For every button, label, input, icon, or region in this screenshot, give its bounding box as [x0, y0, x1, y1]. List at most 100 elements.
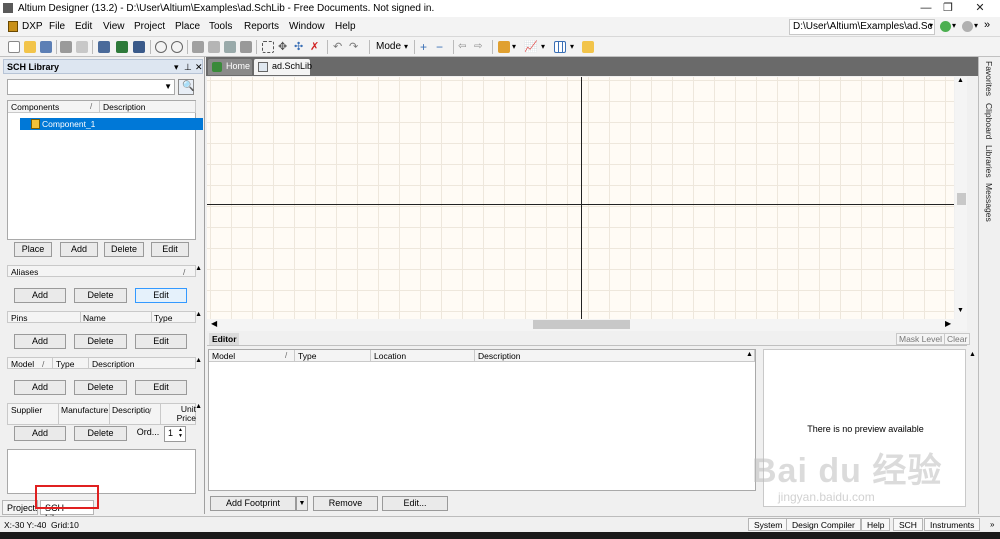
- menu-window[interactable]: Window: [289, 21, 325, 32]
- system-button[interactable]: System: [748, 518, 789, 531]
- add-part-icon[interactable]: +: [420, 41, 432, 53]
- forward-icon[interactable]: [962, 21, 973, 32]
- chevron-up-icon[interactable]: ▲: [195, 357, 202, 364]
- add-model-button[interactable]: Add: [14, 380, 66, 395]
- menu-tools[interactable]: Tools: [209, 21, 232, 32]
- tab-libraries[interactable]: Libraries: [984, 145, 994, 178]
- library-icon[interactable]: [133, 41, 145, 53]
- open-folder-icon[interactable]: [24, 41, 36, 53]
- delete-alias-button[interactable]: Delete: [74, 288, 127, 303]
- pins-header[interactable]: Pins Name Type: [7, 311, 196, 323]
- chevron-up-icon[interactable]: ▲: [957, 77, 964, 84]
- component-view-icon[interactable]: [116, 41, 128, 53]
- help-button[interactable]: Help: [861, 518, 891, 531]
- clear-button[interactable]: Clear: [944, 333, 971, 345]
- sch-button[interactable]: SCH: [893, 518, 923, 531]
- add-component-button[interactable]: Add: [60, 242, 98, 257]
- menu-help[interactable]: Help: [335, 21, 356, 32]
- chevron-up-icon[interactable]: ▲: [195, 265, 202, 272]
- copy-icon[interactable]: [208, 41, 220, 53]
- new-document-icon[interactable]: [8, 41, 20, 53]
- supplier-header[interactable]: Supplier Manufacture Descriptio / Unit P…: [7, 403, 196, 425]
- edit-alias-button[interactable]: Edit: [135, 288, 187, 303]
- print-preview-icon[interactable]: [76, 41, 88, 53]
- footprint-list[interactable]: Model / Type Location Description: [208, 349, 756, 491]
- instruments-button[interactable]: Instruments: [924, 518, 981, 531]
- chevron-down-icon[interactable]: ▾: [512, 42, 516, 51]
- add-footprint-button[interactable]: Add Footprint: [210, 496, 296, 511]
- chevron-up-icon[interactable]: ▲: [746, 351, 753, 358]
- delete-model-button[interactable]: Delete: [74, 380, 127, 395]
- delete-component-button[interactable]: Delete: [104, 242, 144, 257]
- type-header[interactable]: Type: [295, 350, 371, 362]
- maximize-button[interactable]: ❐: [938, 1, 958, 15]
- menu-view[interactable]: View: [103, 21, 125, 32]
- mask-level-button[interactable]: Mask Level: [896, 333, 945, 345]
- add-footprint-dropdown[interactable]: ▼: [296, 496, 308, 511]
- add-supplier-button[interactable]: Add: [14, 426, 66, 441]
- back-icon[interactable]: [940, 21, 951, 32]
- description-header[interactable]: Description: [475, 350, 755, 362]
- pin-icon[interactable]: ⊥: [184, 62, 192, 73]
- tab-projects[interactable]: Projects: [2, 500, 38, 515]
- description-header[interactable]: Description: [100, 101, 196, 113]
- menu-reports[interactable]: Reports: [244, 21, 279, 32]
- print-icon[interactable]: [60, 41, 72, 53]
- chevron-right-icon[interactable]: ▶: [945, 319, 951, 328]
- tab-ad-schlib[interactable]: ad.SchLib: [254, 59, 312, 75]
- chevron-down-icon[interactable]: ▼: [957, 307, 964, 314]
- tab-messages[interactable]: Messages: [984, 183, 994, 222]
- order-button[interactable]: Ord...: [133, 426, 163, 441]
- save-icon[interactable]: [40, 41, 52, 53]
- components-header[interactable]: Components: [8, 101, 100, 113]
- menu-dxp[interactable]: DXP: [22, 21, 43, 32]
- horizontal-scrollbar[interactable]: ◀ ▶: [207, 319, 967, 331]
- place-button[interactable]: Place: [14, 242, 52, 257]
- edit-footprint-button[interactable]: Edit...: [382, 496, 448, 511]
- chevron-down-icon[interactable]: ▾: [929, 21, 933, 30]
- select-area-icon[interactable]: [262, 41, 274, 53]
- edit-pin-button[interactable]: Edit: [135, 334, 187, 349]
- vertical-scrollbar[interactable]: ▲ ▼: [955, 77, 967, 319]
- more-icon[interactable]: »: [984, 19, 990, 31]
- tab-clipboard[interactable]: Clipboard: [984, 103, 994, 139]
- stepper-arrows-icon[interactable]: ▲ ▼: [178, 427, 183, 439]
- components-list[interactable]: Components / Description Component_1: [7, 100, 203, 240]
- chevron-down-icon[interactable]: ▾: [570, 42, 574, 51]
- menu-file[interactable]: File: [49, 21, 65, 32]
- add-alias-button[interactable]: Add: [14, 288, 66, 303]
- remove-part-icon[interactable]: −: [436, 41, 448, 53]
- paste-icon[interactable]: [224, 41, 236, 53]
- delete-supplier-button[interactable]: Delete: [74, 426, 127, 441]
- model-header[interactable]: Model / Type Description: [7, 357, 196, 369]
- document-path-combo[interactable]: D:\User\Altium\Examples\ad.Sc: [789, 19, 935, 35]
- deselect-icon[interactable]: ✗: [310, 41, 322, 53]
- delete-pin-button[interactable]: Delete: [74, 334, 127, 349]
- model-header[interactable]: Model: [209, 350, 295, 362]
- previous-part-icon[interactable]: ⇦: [458, 41, 470, 53]
- minimize-button[interactable]: —: [916, 1, 936, 15]
- add-pin-button[interactable]: Add: [14, 334, 66, 349]
- chevron-down-icon[interactable]: ▾: [952, 21, 956, 30]
- drawing-tools-icon[interactable]: [498, 41, 510, 53]
- scroll-thumb[interactable]: [957, 193, 966, 205]
- chevron-up-icon[interactable]: ▲: [195, 311, 202, 318]
- sheet-icon[interactable]: [582, 41, 594, 53]
- location-header[interactable]: Location: [371, 350, 475, 362]
- filter-combo[interactable]: ▼: [7, 79, 175, 95]
- chevron-down-icon[interactable]: ▾: [404, 42, 408, 51]
- zoom-in-icon[interactable]: [155, 41, 167, 53]
- scroll-thumb[interactable]: [533, 320, 630, 329]
- close-icon[interactable]: ✕: [195, 62, 203, 73]
- schematic-canvas[interactable]: [207, 77, 954, 319]
- browse-component-icon[interactable]: [98, 41, 110, 53]
- rubber-stamp-icon[interactable]: [240, 41, 252, 53]
- graph-icon[interactable]: 📈: [524, 41, 538, 53]
- grid-icon[interactable]: [554, 41, 566, 53]
- move-selection-icon[interactable]: ✣: [294, 41, 306, 53]
- remove-footprint-button[interactable]: Remove: [313, 496, 378, 511]
- chevron-up-icon[interactable]: ▲: [195, 403, 202, 410]
- aliases-header[interactable]: Aliases /: [7, 265, 196, 277]
- design-compiler-button[interactable]: Design Compiler: [786, 518, 861, 531]
- edit-model-button[interactable]: Edit: [135, 380, 187, 395]
